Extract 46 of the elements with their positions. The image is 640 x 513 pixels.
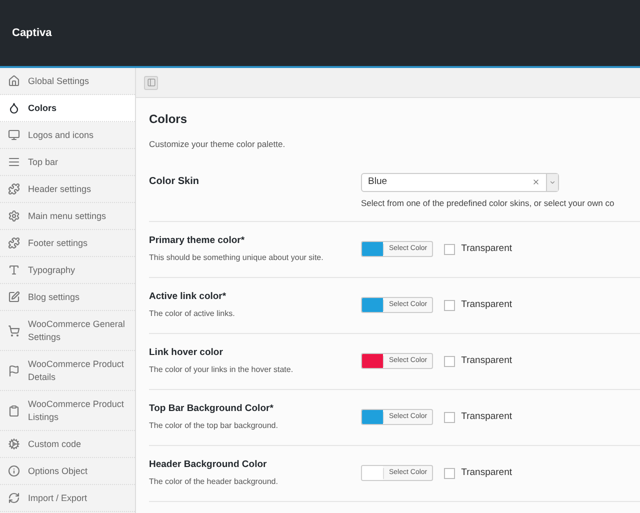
collapse-button[interactable] bbox=[144, 76, 158, 90]
field-label: Link hover color bbox=[149, 346, 224, 360]
puzzle-icon bbox=[8, 183, 20, 195]
help-text: Select from one of the predefined color skins, or select your own co bbox=[361, 196, 614, 210]
edit-icon bbox=[8, 291, 20, 303]
field-description: The color of active links. bbox=[149, 308, 236, 320]
field-description: The color of your links in the hover state. bbox=[149, 364, 294, 376]
cart-icon bbox=[8, 324, 20, 336]
lines-icon bbox=[8, 156, 20, 168]
field-label: Primary theme color* bbox=[149, 234, 246, 248]
field-description: This should be something unique about your site. bbox=[149, 252, 324, 264]
field-label: Active link color* bbox=[149, 290, 228, 304]
cog-icon bbox=[8, 438, 20, 450]
drop-icon bbox=[8, 102, 20, 114]
transparent-checkbox[interactable] bbox=[444, 300, 456, 311]
transparent-checkbox[interactable] bbox=[444, 468, 456, 479]
checkbox-label: Transparent bbox=[461, 354, 512, 368]
checkbox-label: Transparent bbox=[461, 410, 512, 424]
select-field[interactable]: Blue bbox=[361, 172, 559, 192]
clear-icon[interactable] bbox=[532, 178, 540, 186]
refresh-icon bbox=[8, 492, 20, 504]
checkbox-label: Transparent bbox=[461, 466, 512, 480]
home-icon bbox=[8, 75, 20, 87]
field-description: The color of the top bar background. bbox=[149, 420, 279, 432]
field-label: Header Background Color bbox=[149, 458, 268, 472]
section-title: Colors bbox=[149, 111, 188, 128]
field-description: The color of the header background. bbox=[149, 476, 279, 488]
caret-icon bbox=[549, 178, 556, 186]
transparent-checkbox[interactable] bbox=[444, 412, 456, 423]
flag-icon bbox=[8, 364, 20, 376]
field-label: Color Skin bbox=[149, 174, 200, 189]
section-description: Customize your theme color palette. bbox=[149, 138, 286, 151]
transparent-checkbox[interactable] bbox=[444, 244, 456, 255]
site-title: Captiva bbox=[12, 26, 52, 41]
checkbox-label: Transparent bbox=[461, 242, 512, 256]
transparent-checkbox[interactable] bbox=[444, 356, 456, 367]
puzzle-icon bbox=[8, 237, 20, 249]
text-icon bbox=[8, 264, 20, 276]
sidebar-item[interactable]: Colors bbox=[0, 95, 135, 122]
monitor-icon bbox=[8, 129, 20, 141]
checkbox-label: Transparent bbox=[461, 298, 512, 312]
field-label: Top Bar Background Color* bbox=[149, 402, 274, 416]
gear-icon bbox=[8, 210, 20, 222]
panel-icon bbox=[146, 78, 156, 87]
clipboard-icon bbox=[8, 404, 20, 416]
info-icon bbox=[8, 465, 20, 477]
